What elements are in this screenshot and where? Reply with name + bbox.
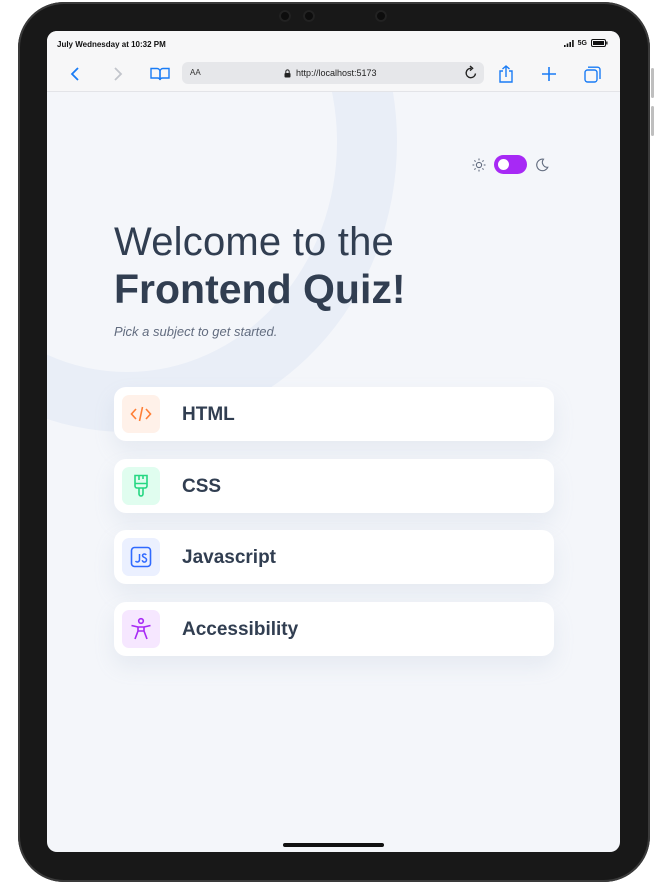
plus-icon [542, 67, 556, 81]
page-subtitle: Pick a subject to get started. [114, 324, 278, 339]
bookmarks-button[interactable] [149, 63, 171, 85]
battery-icon [591, 39, 608, 47]
share-button[interactable] [495, 63, 517, 85]
signal-icon [563, 39, 574, 47]
switch-knob [498, 159, 509, 170]
chevron-left-icon [70, 67, 79, 81]
page-title-line2: Frontend Quiz! [114, 266, 406, 312]
volume-button [651, 106, 654, 136]
accessibility-icon [122, 609, 160, 648]
status-bar: July Wednesday at 10:32 PM 5G [47, 31, 620, 57]
back-button[interactable] [64, 63, 86, 85]
subject-label: HTML [182, 404, 235, 425]
subject-option-accessibility[interactable]: Accessibility [114, 601, 554, 656]
reload-button[interactable] [464, 65, 478, 82]
tabs-overview-button[interactable] [581, 63, 603, 85]
subject-option-css[interactable]: CSS [114, 458, 554, 513]
reload-icon [465, 65, 477, 79]
paint-brush-icon [122, 466, 160, 505]
forward-button[interactable] [107, 63, 129, 85]
volume-button [651, 68, 654, 98]
chevron-right-icon [114, 67, 123, 81]
browser-toolbar: AA http://localhost:5173 [47, 57, 620, 92]
subject-label: Accessibility [182, 618, 299, 640]
camera-dot [303, 10, 315, 22]
text-size-button[interactable]: AA [190, 68, 201, 77]
home-indicator[interactable] [283, 843, 384, 847]
subject-label: CSS [182, 475, 222, 497]
lock-icon [284, 68, 291, 77]
camera-dot [375, 10, 387, 22]
tabs-icon [583, 66, 601, 83]
camera-dot [279, 10, 291, 22]
url-display[interactable]: http://localhost:5173 [284, 68, 377, 78]
code-icon [122, 395, 160, 433]
book-icon [150, 67, 170, 81]
theme-switch[interactable] [494, 155, 527, 174]
quiz-page: Welcome to the Frontend Quiz! Pick a sub… [47, 92, 620, 852]
status-time: July Wednesday at 10:32 PM [57, 40, 166, 49]
subject-option-javascript[interactable]: Javascript [114, 530, 554, 584]
sun-icon [472, 158, 486, 171]
page-title-line1: Welcome to the [114, 220, 394, 264]
screen: July Wednesday at 10:32 PM 5G AA http://… [47, 31, 620, 852]
moon-icon [536, 158, 549, 171]
url-text: http://localhost:5173 [296, 68, 377, 78]
javascript-icon [122, 538, 160, 576]
network-label: 5G [577, 39, 587, 47]
share-icon [499, 65, 513, 83]
new-tab-button[interactable] [538, 63, 560, 85]
subject-label: Javascript [182, 547, 277, 568]
status-indicators: 5G [563, 39, 608, 47]
theme-toggle [472, 155, 549, 174]
subject-list: HTML CSS Javascript Accessibility [114, 387, 554, 673]
subject-option-html[interactable]: HTML [114, 387, 554, 441]
address-bar[interactable]: AA http://localhost:5173 [182, 62, 484, 84]
